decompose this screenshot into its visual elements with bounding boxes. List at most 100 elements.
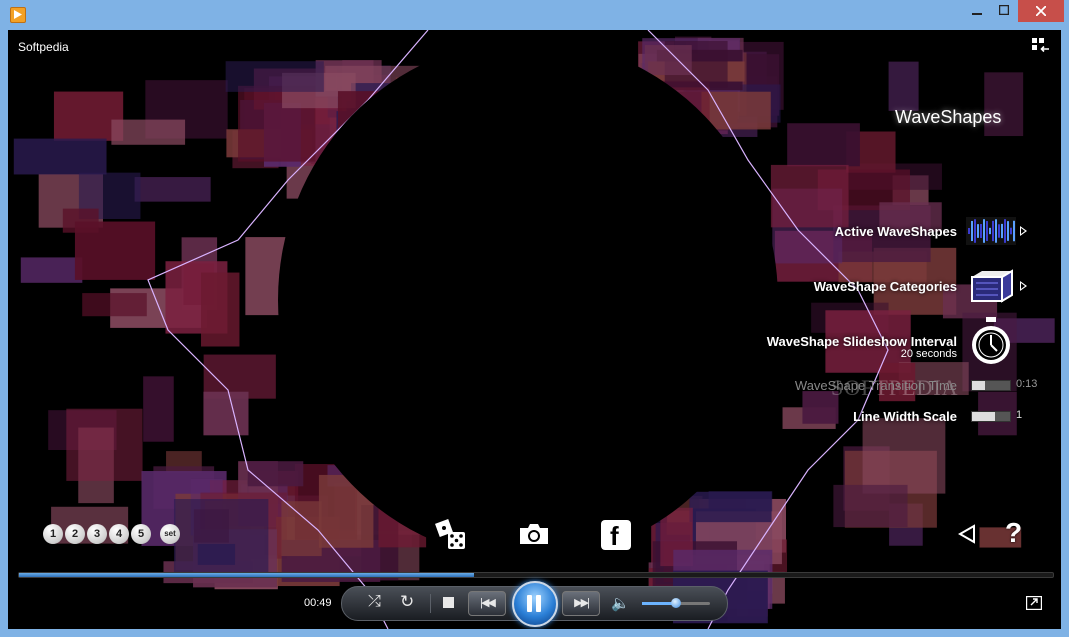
close-button[interactable] — [1018, 0, 1064, 22]
visualization-patch — [82, 293, 147, 317]
volume-icon: 🔈 — [611, 595, 630, 612]
maximize-icon — [998, 4, 1010, 16]
visualization-patch — [888, 61, 919, 111]
pause-button[interactable] — [512, 581, 558, 627]
stop-button[interactable] — [443, 597, 454, 608]
shuffle-icon: ⤮ — [368, 593, 381, 610]
visualization-patch — [173, 499, 269, 577]
separator — [430, 594, 431, 613]
waveform-bar — [1013, 220, 1015, 242]
waveform-bar — [977, 224, 979, 238]
rating-2-button[interactable]: 2 — [65, 524, 85, 544]
transition-time-value: 0:13 — [1016, 378, 1038, 390]
visualization-patch — [62, 208, 99, 233]
visualization-patch — [787, 123, 860, 167]
visualization-patch — [143, 376, 174, 442]
menu-item-waveshape-categories[interactable]: WaveShape Categories — [814, 279, 957, 294]
minimize-button[interactable] — [963, 0, 991, 22]
previous-button[interactable]: |◀◀ — [468, 591, 506, 616]
visualization-patch — [770, 164, 849, 228]
menu-item-active-waveshapes[interactable]: Active WaveShapes — [835, 224, 957, 239]
transition-time-slider[interactable] — [971, 380, 1011, 391]
waveform-bar — [998, 224, 1000, 238]
waveform-bar — [971, 220, 973, 242]
waveform-bar — [989, 227, 991, 235]
video-stage[interactable]: SOFTPEDIA Softpedia WaveShapes Active Wa… — [8, 30, 1061, 629]
pause-icon — [536, 595, 541, 612]
waveform-icon[interactable] — [966, 217, 1016, 245]
waveform-bar — [992, 220, 994, 242]
previous-icon: |◀◀ — [480, 597, 496, 609]
visualization-patch — [66, 408, 143, 481]
next-icon: ▶▶| — [574, 597, 590, 609]
rating-5-button[interactable]: 5 — [131, 524, 151, 544]
window-frame-left — [0, 30, 8, 637]
volume-button[interactable]: 🔈 — [611, 594, 630, 612]
help-icon[interactable]: ? — [1005, 517, 1022, 549]
slideshow-interval-value: 20 seconds — [900, 348, 957, 360]
visualization-patch — [833, 484, 908, 528]
waveform-bar — [986, 221, 988, 241]
line-width-scale-value: 1 — [1016, 409, 1023, 421]
visualization-patch — [247, 461, 304, 487]
maximize-button[interactable] — [990, 0, 1018, 22]
media-title: Softpedia — [18, 40, 69, 54]
switch-view-icon[interactable] — [1032, 38, 1050, 54]
volume-slider-thumb[interactable] — [671, 598, 681, 608]
waveform-bar — [980, 224, 982, 238]
camera-icon[interactable] — [518, 522, 550, 546]
media-player-icon[interactable] — [10, 7, 26, 23]
waveform-bar — [968, 228, 970, 234]
repeat-icon: ↻ — [400, 592, 415, 611]
menu-header: WaveShapes — [895, 107, 1002, 127]
transition-time-label: WaveShape Transition Time — [794, 378, 957, 393]
rating-set-button[interactable]: set — [160, 524, 180, 544]
window-titlebar — [0, 0, 1069, 30]
waveform-bar — [1010, 227, 1012, 235]
visualization-void — [278, 40, 778, 560]
visualization-patch — [111, 119, 186, 145]
menu-item-slideshow-interval[interactable]: WaveShape Slideshow Interval — [767, 334, 957, 349]
visualization-patch — [134, 177, 211, 202]
chevron-right-icon[interactable] — [1020, 226, 1027, 236]
seek-bar[interactable] — [18, 572, 1054, 578]
rating-1-button[interactable]: 1 — [43, 524, 63, 544]
waveform-bar — [974, 219, 976, 243]
visualization-patch — [689, 491, 772, 523]
facebook-glyph: f — [610, 521, 619, 551]
visualization-patch — [225, 61, 324, 92]
window-frame-right — [1061, 30, 1069, 637]
window-frame-bottom — [0, 629, 1069, 637]
visualization-patch — [862, 418, 946, 494]
visualization-patch — [20, 257, 83, 283]
pause-icon — [527, 595, 532, 612]
visualization-patch — [201, 272, 240, 347]
close-icon — [1035, 5, 1047, 17]
seek-bar-fill — [19, 573, 474, 577]
facebook-icon[interactable]: f — [601, 520, 631, 551]
waveform-bar — [983, 219, 985, 243]
repeat-button[interactable]: ↻ — [400, 592, 414, 612]
shuffle-button[interactable]: ⤮ — [368, 593, 381, 611]
fullscreen-icon[interactable] — [1026, 596, 1042, 610]
transport-controls: ⤮ ↻ |◀◀ ▶▶| 🔈 — [341, 581, 728, 627]
rating-3-button[interactable]: 3 — [87, 524, 107, 544]
waveform-bar — [1004, 219, 1006, 243]
dice-icon[interactable] — [434, 518, 468, 552]
transition-time-slider-fill — [972, 381, 986, 390]
cube-icon[interactable] — [968, 269, 1014, 303]
line-width-scale-slider[interactable] — [971, 411, 1011, 422]
waveform-bar — [995, 219, 997, 243]
chevron-right-icon[interactable] — [1020, 281, 1027, 291]
visualization-patch — [203, 391, 249, 436]
line-width-scale-label: Line Width Scale — [853, 409, 957, 424]
visualization-patch — [13, 138, 107, 175]
waveform-bar — [1007, 221, 1009, 241]
line-width-scale-slider-fill — [972, 412, 995, 421]
rating-4-button[interactable]: 4 — [109, 524, 129, 544]
back-arrow-icon[interactable] — [958, 524, 978, 544]
next-button[interactable]: ▶▶| — [562, 591, 600, 616]
volume-slider[interactable] — [642, 598, 710, 608]
minimize-icon — [972, 13, 982, 15]
stopwatch-icon[interactable] — [969, 317, 1013, 367]
